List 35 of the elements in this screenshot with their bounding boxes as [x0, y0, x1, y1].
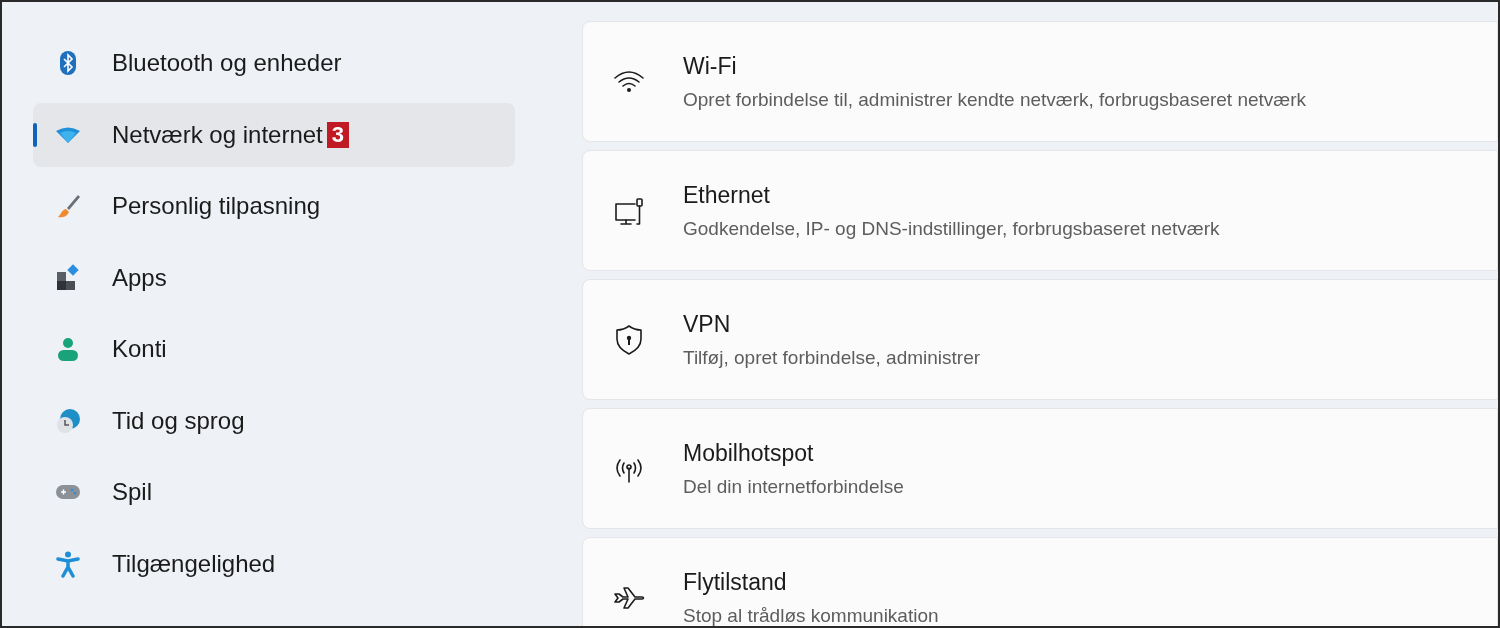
sidebar-item[interactable]: Tilgængelighed	[33, 531, 515, 596]
sidebar-label: Bluetooth og enheder	[112, 48, 342, 78]
card-title: VPN	[683, 309, 732, 339]
settings-card[interactable]: Mobilhotspot Del din internetforbindelse	[582, 408, 1498, 529]
card-description: Opret forbindelse til, administrer kendte netværk, forbrugsbaseret netværk	[683, 88, 1307, 112]
sidebar-label: Personlig tilpasning	[112, 191, 321, 221]
settings-card[interactable]: Ethernet Godkendelse, IP- og DNS-indstillinger, forbrugsbaseret netværk	[582, 150, 1498, 271]
sidebar-label: Tilgængelighed	[112, 548, 276, 579]
card-title: Flytilstand	[683, 567, 788, 597]
settings-card[interactable]: Wi-Fi Opret forbindelse til, administrer kendte netværk, forbrugsbaseret netværk	[582, 21, 1498, 142]
card-title: Ethernet	[683, 180, 771, 210]
sidebar-label: Konti	[112, 334, 167, 364]
card-description: Tilføj, opret forbindelse, administrer	[683, 346, 981, 370]
settings-card[interactable]: VPN Tilføj, opret forbindelse, administrer	[582, 279, 1498, 400]
card-description: Godkendelse, IP- og DNS-indstillinger, forbrugsbaseret netværk	[683, 217, 1220, 241]
sidebar-item[interactable]: Apps	[33, 245, 515, 310]
sidebar-item[interactable]: Bluetooth og enheder	[33, 31, 515, 95]
settings-card[interactable]: Flytilstand Stop al trådløs kommunikation	[582, 537, 1498, 626]
sidebar-item[interactable]: Spil	[33, 460, 515, 524]
sidebar-item[interactable]: Netværk og internet 3	[33, 102, 515, 167]
sidebar-label: Netværk og internet	[112, 119, 323, 150]
sidebar-label: Spil	[112, 477, 153, 507]
count-badge: 3	[326, 121, 349, 148]
card-title: Mobilhotspot	[683, 438, 815, 468]
sidebar-item[interactable]: Personlig tilpasning	[33, 174, 515, 238]
card-description: Stop al trådløs kommunikation	[683, 604, 939, 626]
globe-clock-icon	[54, 406, 82, 435]
sidebar-label: Apps	[112, 262, 167, 293]
card-title: Wi-Fi	[683, 51, 738, 81]
sidebar-label: Tid og sprog	[112, 405, 245, 436]
sidebar-item[interactable]: Tid og sprog	[33, 388, 515, 453]
accessibility-icon	[54, 549, 82, 578]
selection-indicator	[33, 122, 37, 147]
sidebar-item[interactable]: Konti	[33, 317, 515, 381]
card-description: Del din internetforbindelse	[683, 475, 904, 499]
